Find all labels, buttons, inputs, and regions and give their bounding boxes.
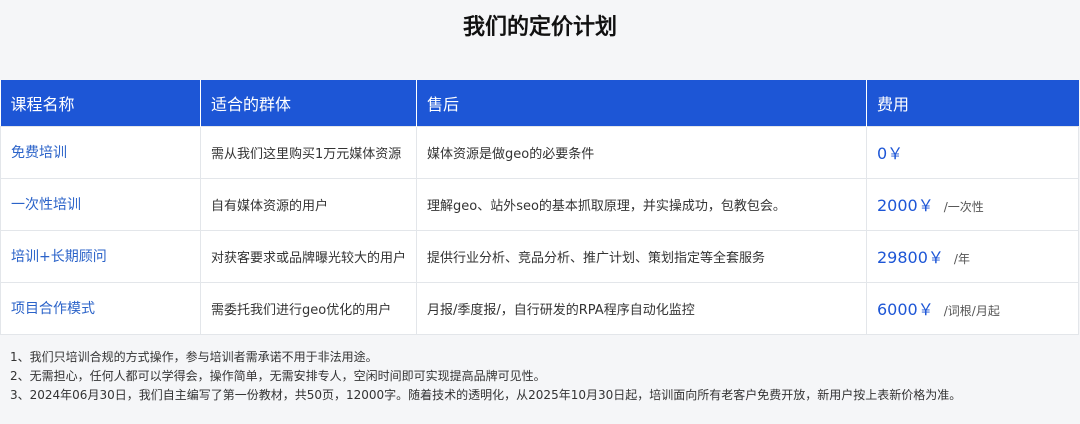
course-name: 一次性培训 [0, 177, 201, 231]
audience-cell: 需委托我们进行geo优化的用户 [200, 281, 417, 335]
service-cell: 提供行业分析、竞品分析、推广计划、策划指定等全套服务 [416, 229, 867, 283]
column-header-fee: 费用 [866, 80, 1079, 126]
fee-unit: /年 [953, 252, 970, 266]
audience-cell: 需从我们这里购买1万元媒体资源 [200, 125, 417, 179]
audience-cell: 自有媒体资源的用户 [200, 177, 417, 231]
course-name: 免费培训 [0, 125, 201, 179]
note-item: 1、我们只培训合规的方式操作，参与培训者需承诺不用于非法用途。 [10, 350, 378, 364]
table-row: 培训+长期顾问 对获客要求或品牌曝光较大的用户 提供行业分析、竞品分析、推广计划… [0, 229, 1079, 283]
fee-amount: 29800￥ [877, 248, 944, 267]
service-cell: 理解geo、站外seo的基本抓取原理，并实操成功，包教包会。 [416, 177, 867, 231]
course-name: 培训+长期顾问 [0, 229, 201, 283]
fee-cell: 29800￥ /年 [866, 229, 1079, 283]
fee-amount: 0￥ [877, 144, 904, 163]
course-name: 项目合作模式 [0, 281, 201, 335]
table-row: 免费培训 需从我们这里购买1万元媒体资源 媒体资源是做geo的必要条件 0￥ [0, 125, 1079, 179]
fee-cell: 0￥ [866, 125, 1079, 179]
fee-unit: /词根/月起 [943, 304, 1000, 318]
table-row: 项目合作模式 需委托我们进行geo优化的用户 月报/季度报/，自行研发的RPA程… [0, 281, 1079, 335]
audience-cell: 对获客要求或品牌曝光较大的用户 [200, 229, 417, 283]
note-item: 2、无需担心，任何人都可以学得会，操作简单，无需安排专人，空闲时间即可实现提高品… [10, 369, 546, 383]
column-header-service: 售后 [416, 80, 867, 126]
fee-unit: /一次性 [943, 200, 984, 214]
table-header-row: 课程名称 适合的群体 售后 费用 [0, 80, 1079, 126]
column-header-course: 课程名称 [0, 80, 201, 126]
fee-cell: 2000￥ /一次性 [866, 177, 1079, 231]
fee-amount: 6000￥ [877, 300, 934, 319]
page-title: 我们的定价计划 [462, 15, 617, 40]
fee-cell: 6000￥ /词根/月起 [866, 281, 1079, 335]
service-cell: 月报/季度报/，自行研发的RPA程序自动化监控 [416, 281, 867, 335]
fee-amount: 2000￥ [877, 196, 934, 215]
service-cell: 媒体资源是做geo的必要条件 [416, 125, 867, 179]
pricing-table: 课程名称 适合的群体 售后 费用 免费培训 需从我们这里购买1万元媒体资源 媒体… [0, 80, 1079, 335]
column-header-audience: 适合的群体 [200, 80, 417, 126]
table-row: 一次性培训 自有媒体资源的用户 理解geo、站外seo的基本抓取原理，并实操成功… [0, 177, 1079, 231]
note-item: 3、2024年06月30日，我们自主编写了第一份教材，共50页，12000字。随… [10, 388, 962, 402]
notes-section: 1、我们只培训合规的方式操作，参与培训者需承诺不用于非法用途。 2、无需担心，任… [10, 348, 1070, 405]
